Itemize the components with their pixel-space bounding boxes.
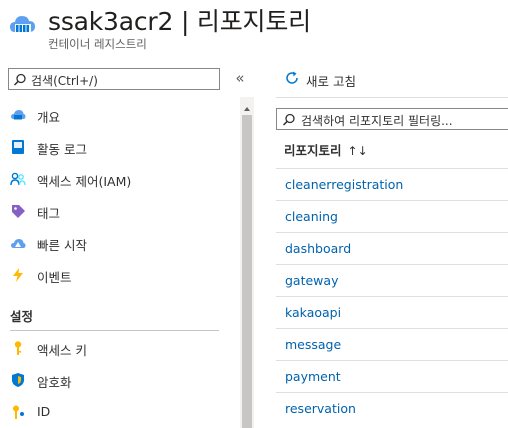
search-icon bbox=[282, 112, 296, 129]
nav-item-iam[interactable]: 액세스 제어(IAM) bbox=[0, 164, 236, 194]
table-row: gateway bbox=[276, 264, 508, 296]
collapse-nav-button[interactable]: « bbox=[232, 68, 248, 88]
key-icon bbox=[10, 340, 26, 356]
shield-icon bbox=[10, 372, 26, 388]
page-title: ssak3acr2 | 리포지토리 bbox=[48, 7, 311, 36]
nav-item-tags[interactable]: 태그 bbox=[0, 196, 236, 226]
nav-item-access-keys[interactable]: 액세스 키 bbox=[0, 333, 236, 363]
repository-link[interactable]: payment bbox=[285, 369, 341, 384]
table-row: cleanerregistration bbox=[276, 168, 508, 200]
scroll-up-arrow-icon[interactable] bbox=[242, 99, 252, 111]
table-row: message bbox=[276, 328, 508, 360]
main-panel: 새로 고침 검색하여 리포지토리 필터링... 리포지토리 ↑↓ cleanerr… bbox=[270, 60, 508, 428]
nav-item-label: 암호화 bbox=[37, 375, 72, 390]
quickstart-cloud-icon bbox=[10, 235, 26, 251]
section-divider bbox=[10, 330, 219, 331]
sort-icon[interactable]: ↑↓ bbox=[348, 144, 368, 158]
repository-filter-input[interactable]: 검색하여 리포지토리 필터링... bbox=[276, 108, 508, 130]
repository-link[interactable]: gateway bbox=[285, 273, 338, 288]
nav-item-label: 액세스 키 bbox=[37, 343, 87, 358]
nav-scrollbar[interactable] bbox=[240, 97, 254, 428]
cloud-overview-icon bbox=[10, 107, 26, 123]
nav-item-activity-log[interactable]: 활동 로그 bbox=[0, 132, 236, 162]
filter-placeholder: 검색하여 리포지토리 필터링... bbox=[301, 114, 453, 128]
container-registry-icon bbox=[8, 10, 38, 40]
nav-search-placeholder: 검색(Ctrl+/) bbox=[31, 74, 98, 88]
tag-icon bbox=[10, 203, 26, 219]
nav-search-input[interactable]: 검색(Ctrl+/) bbox=[8, 68, 220, 90]
refresh-icon bbox=[284, 70, 300, 90]
identity-key-icon bbox=[10, 404, 26, 420]
nav-item-encryption[interactable]: 암호화 bbox=[0, 365, 236, 395]
toolbar-divider bbox=[276, 97, 508, 98]
table-row: reservation bbox=[276, 392, 508, 424]
nav-item-identity[interactable]: ID bbox=[0, 397, 236, 427]
nav-scrollbar-thumb[interactable] bbox=[242, 115, 252, 428]
nav-item-label: 액세스 제어(IAM) bbox=[37, 174, 132, 189]
repository-link[interactable]: message bbox=[285, 337, 341, 352]
header: ssak3acr2 | 리포지토리 컨테이너 레지스트리 bbox=[0, 0, 508, 60]
activity-log-icon bbox=[10, 139, 26, 155]
page-subtitle: 컨테이너 레지스트리 bbox=[48, 37, 147, 51]
table-row: cleaning bbox=[276, 200, 508, 232]
refresh-label: 새로 고침 bbox=[306, 74, 356, 89]
lightning-icon bbox=[10, 267, 26, 283]
repository-link[interactable]: cleaning bbox=[285, 209, 338, 224]
repository-link[interactable]: reservation bbox=[285, 401, 356, 416]
nav-item-label: 개요 bbox=[37, 110, 61, 125]
repository-column-header[interactable]: 리포지토리 ↑↓ bbox=[284, 140, 484, 160]
nav-item-label: 빠른 시작 bbox=[37, 238, 87, 253]
repository-link[interactable]: kakaoapi bbox=[285, 305, 341, 320]
repository-link[interactable]: dashboard bbox=[285, 241, 351, 256]
refresh-button[interactable]: 새로 고침 bbox=[284, 68, 404, 90]
nav-item-label: 활동 로그 bbox=[37, 142, 87, 157]
column-header-label: 리포지토리 bbox=[284, 143, 342, 158]
table-row: kakaoapi bbox=[276, 296, 508, 328]
nav-item-events[interactable]: 이벤트 bbox=[0, 260, 236, 290]
repository-link[interactable]: cleanerregistration bbox=[285, 177, 403, 192]
left-nav: 검색(Ctrl+/) « 개요 활동 로그 액세스 제어(IAM) 태그 빠른 … bbox=[0, 60, 258, 428]
table-row: dashboard bbox=[276, 232, 508, 264]
nav-item-label: ID bbox=[37, 404, 51, 419]
section-header-settings: 설정 bbox=[10, 309, 34, 324]
people-icon bbox=[10, 171, 26, 187]
table-row: payment bbox=[276, 360, 508, 392]
search-icon bbox=[13, 72, 27, 91]
nav-item-label: 이벤트 bbox=[37, 270, 72, 285]
nav-item-label: 태그 bbox=[37, 206, 61, 221]
nav-item-overview[interactable]: 개요 bbox=[0, 100, 236, 130]
nav-item-quickstart[interactable]: 빠른 시작 bbox=[0, 228, 236, 258]
